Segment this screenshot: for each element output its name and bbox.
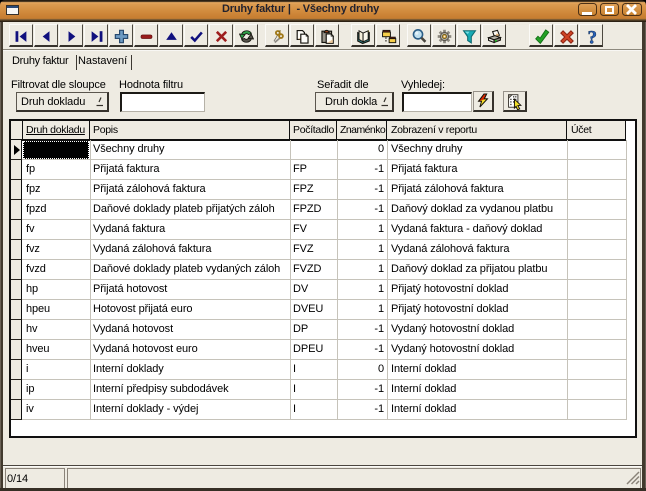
svg-text:?: ? bbox=[587, 28, 597, 46]
